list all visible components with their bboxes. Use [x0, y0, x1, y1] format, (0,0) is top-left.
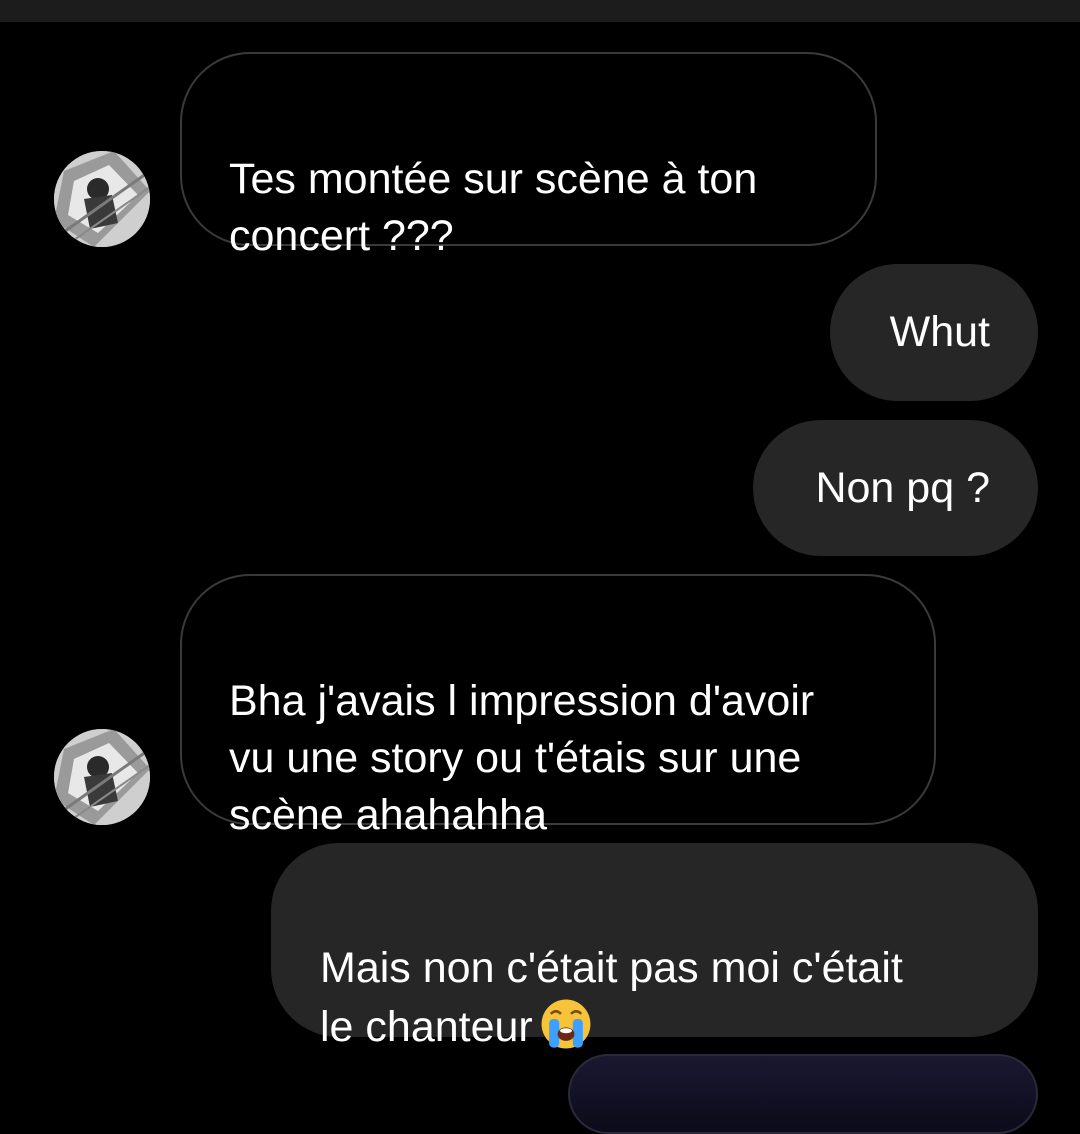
contact-avatar[interactable]	[54, 729, 150, 825]
outgoing-message-bubble[interactable]: Mais non c'était pas moi c'était le chan…	[271, 843, 1038, 1051]
message-text: Whut	[889, 308, 990, 356]
message-text: Tes montée sur scène à ton concert ???	[229, 155, 758, 260]
outgoing-message-bubble[interactable]: Whut	[830, 264, 1038, 401]
avatar-photo	[54, 151, 150, 247]
message-text: Mais non c'était pas moi c'était le chan…	[320, 944, 903, 1051]
message-text: Bha j'avais l impression d'avoir vu une …	[229, 677, 815, 839]
incoming-message-bubble[interactable]: Tes montée sur scène à ton concert ???	[180, 52, 877, 260]
message-text: Non pq ?	[815, 463, 990, 512]
avatar-photo	[54, 729, 150, 825]
contact-avatar[interactable]	[54, 151, 150, 247]
loudly-crying-face-icon	[541, 999, 591, 1049]
partial-media-bubble[interactable]	[568, 1054, 1038, 1134]
incoming-message-bubble[interactable]: Bha j'avais l impression d'avoir vu une …	[180, 574, 936, 839]
top-bar	[0, 0, 1080, 22]
outgoing-message-bubble[interactable]: Non pq ?	[753, 420, 1038, 556]
